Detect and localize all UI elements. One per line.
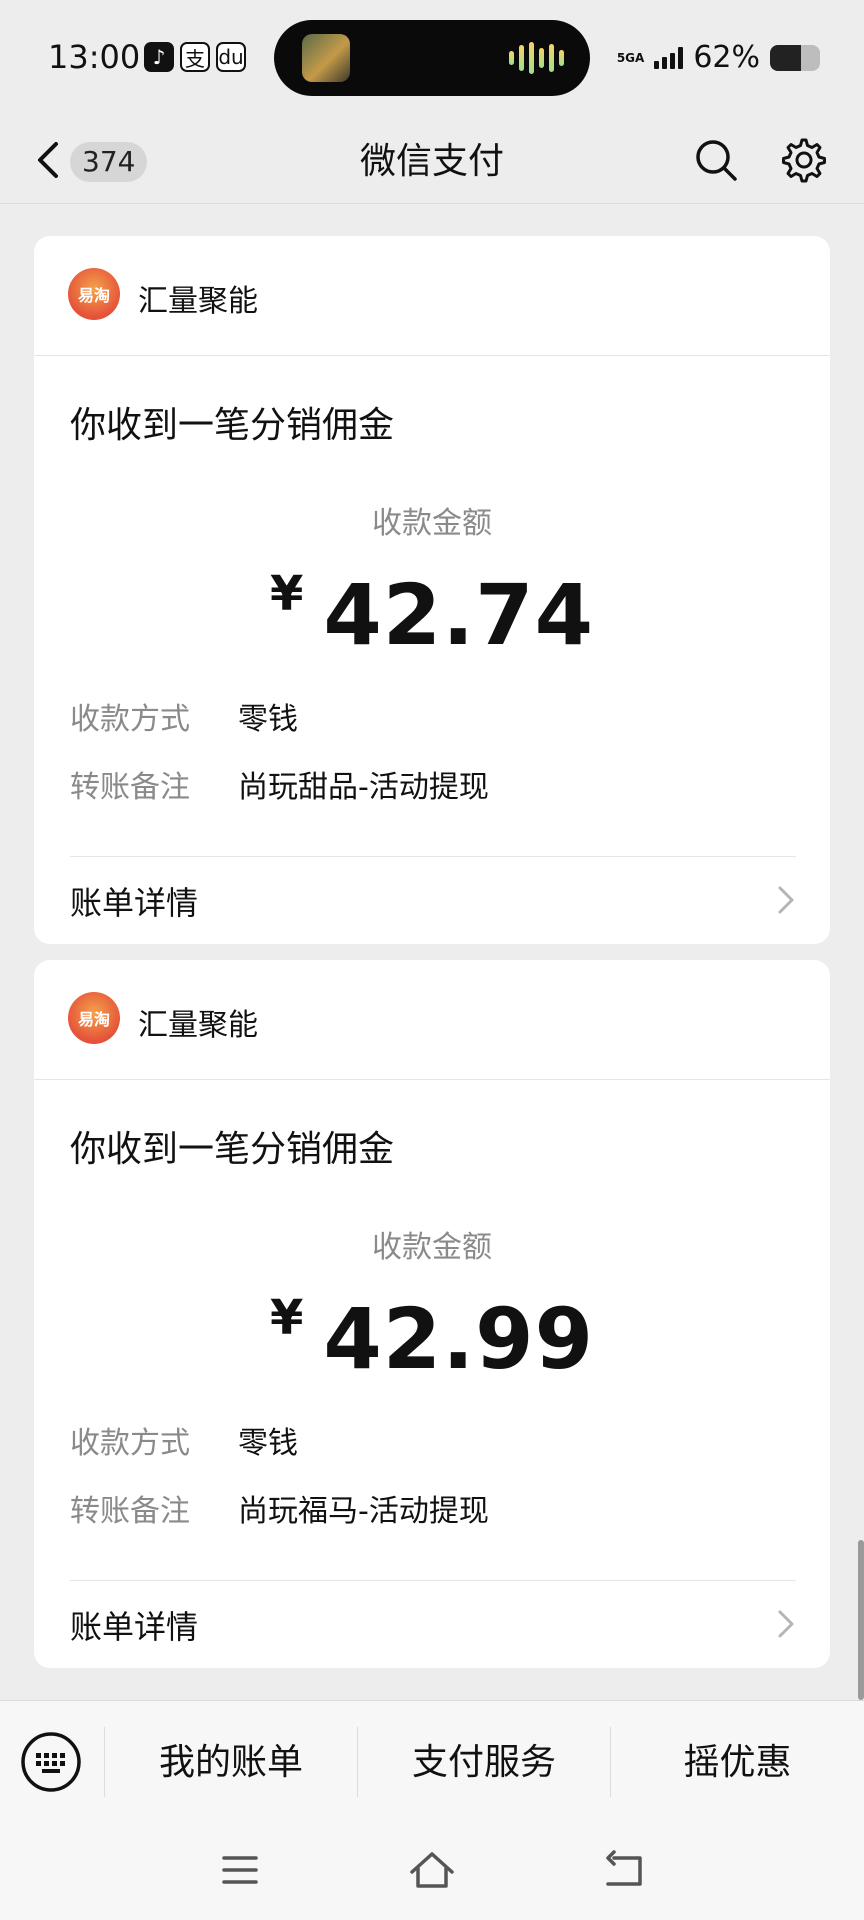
battery-icon (770, 44, 820, 71)
card-title: 你收到一笔分销佣金 (70, 1129, 395, 1170)
menu-my-bills[interactable]: 我的账单 (105, 1723, 357, 1803)
currency-symbol: ¥ (269, 566, 304, 622)
home-icon[interactable] (408, 1846, 456, 1894)
battery-percent: 62% (693, 40, 760, 75)
method-label: 收款方式 (70, 702, 190, 737)
bill-detail-label: 账单详情 (70, 884, 199, 922)
du-app-icon: du (216, 42, 246, 72)
method-row: 收款方式 零钱 (70, 694, 298, 738)
signal-icon (654, 46, 684, 69)
gear-icon[interactable] (780, 136, 828, 184)
status-time: 13:00 (48, 38, 141, 76)
note-row: 转账备注 尚玩甜品-活动提现 (70, 762, 489, 806)
payment-notification-card: 易淘 汇量聚能 你收到一笔分销佣金 收款金额 ¥42.99 收款方式 零钱 转账备… (34, 960, 830, 1668)
amount-row: ¥42.99 (34, 1290, 830, 1388)
menu-payment-services[interactable]: 支付服务 (358, 1723, 610, 1803)
nav-bar: 374 微信支付 (0, 116, 864, 204)
amount-value: 42.74 (323, 566, 595, 664)
method-value: 零钱 (238, 702, 298, 737)
amount-value: 42.99 (323, 1290, 595, 1388)
payment-notification-card: 易淘 汇量聚能 你收到一笔分销佣金 收款金额 ¥42.74 收款方式 零钱 转账备… (34, 236, 830, 944)
menu-shake-offers[interactable]: 摇优惠 (611, 1723, 864, 1803)
back-icon[interactable] (600, 1846, 648, 1894)
amount-label: 收款金额 (372, 506, 492, 541)
bill-detail-label: 账单详情 (70, 1608, 199, 1646)
chevron-right-icon (778, 886, 794, 914)
merchant-name[interactable]: 汇量聚能 (138, 276, 258, 320)
card-header: 易淘 汇量聚能 (34, 236, 830, 356)
note-label: 转账备注 (70, 1494, 190, 1529)
keyboard-icon[interactable] (20, 1731, 82, 1793)
amount-label: 收款金额 (372, 1230, 492, 1265)
battery-fill (770, 44, 801, 71)
divider (70, 856, 796, 857)
note-value: 尚玩福马-活动提现 (238, 1494, 489, 1529)
chevron-right-icon (778, 1610, 794, 1638)
menu-icon[interactable] (216, 1846, 264, 1894)
status-indicators: 5GA 62% (617, 40, 820, 75)
method-row: 收款方式 零钱 (70, 1418, 298, 1462)
bill-detail-row[interactable]: 账单详情 (34, 860, 830, 940)
note-label: 转账备注 (70, 770, 190, 805)
method-value: 零钱 (238, 1426, 298, 1461)
audio-wave-icon (509, 42, 564, 74)
music-app-icon: ♪ (144, 42, 174, 72)
currency-symbol: ¥ (269, 1290, 304, 1346)
card-title: 你收到一笔分销佣金 (70, 405, 395, 446)
merchant-logo[interactable]: 易淘 (68, 268, 120, 320)
network-type: 5GA (616, 50, 645, 65)
system-nav-bar (0, 1824, 864, 1920)
bill-detail-row[interactable]: 账单详情 (34, 1584, 830, 1664)
status-app-icons: ♪ 支 du (144, 42, 246, 72)
note-row: 转账备注 尚玩福马-活动提现 (70, 1486, 489, 1530)
search-icon[interactable] (692, 136, 740, 184)
status-bar: 13:00 ♪ 支 du 5GA 62% (0, 0, 864, 116)
logo-text: 易淘 (77, 286, 110, 305)
merchant-logo[interactable]: 易淘 (68, 992, 120, 1044)
logo-text: 易淘 (77, 1010, 110, 1029)
method-label: 收款方式 (70, 1426, 190, 1461)
bottom-menu: 我的账单 支付服务 摇优惠 (0, 1700, 864, 1824)
note-value: 尚玩甜品-活动提现 (238, 770, 489, 805)
scrollbar[interactable] (858, 1540, 864, 1700)
card-header: 易淘 汇量聚能 (34, 960, 830, 1080)
divider (70, 1580, 796, 1581)
merchant-name[interactable]: 汇量聚能 (138, 1000, 258, 1044)
media-thumbnail (302, 34, 350, 82)
dynamic-island[interactable] (274, 20, 590, 96)
amount-row: ¥42.74 (34, 566, 830, 664)
alipay-app-icon: 支 (180, 42, 210, 72)
